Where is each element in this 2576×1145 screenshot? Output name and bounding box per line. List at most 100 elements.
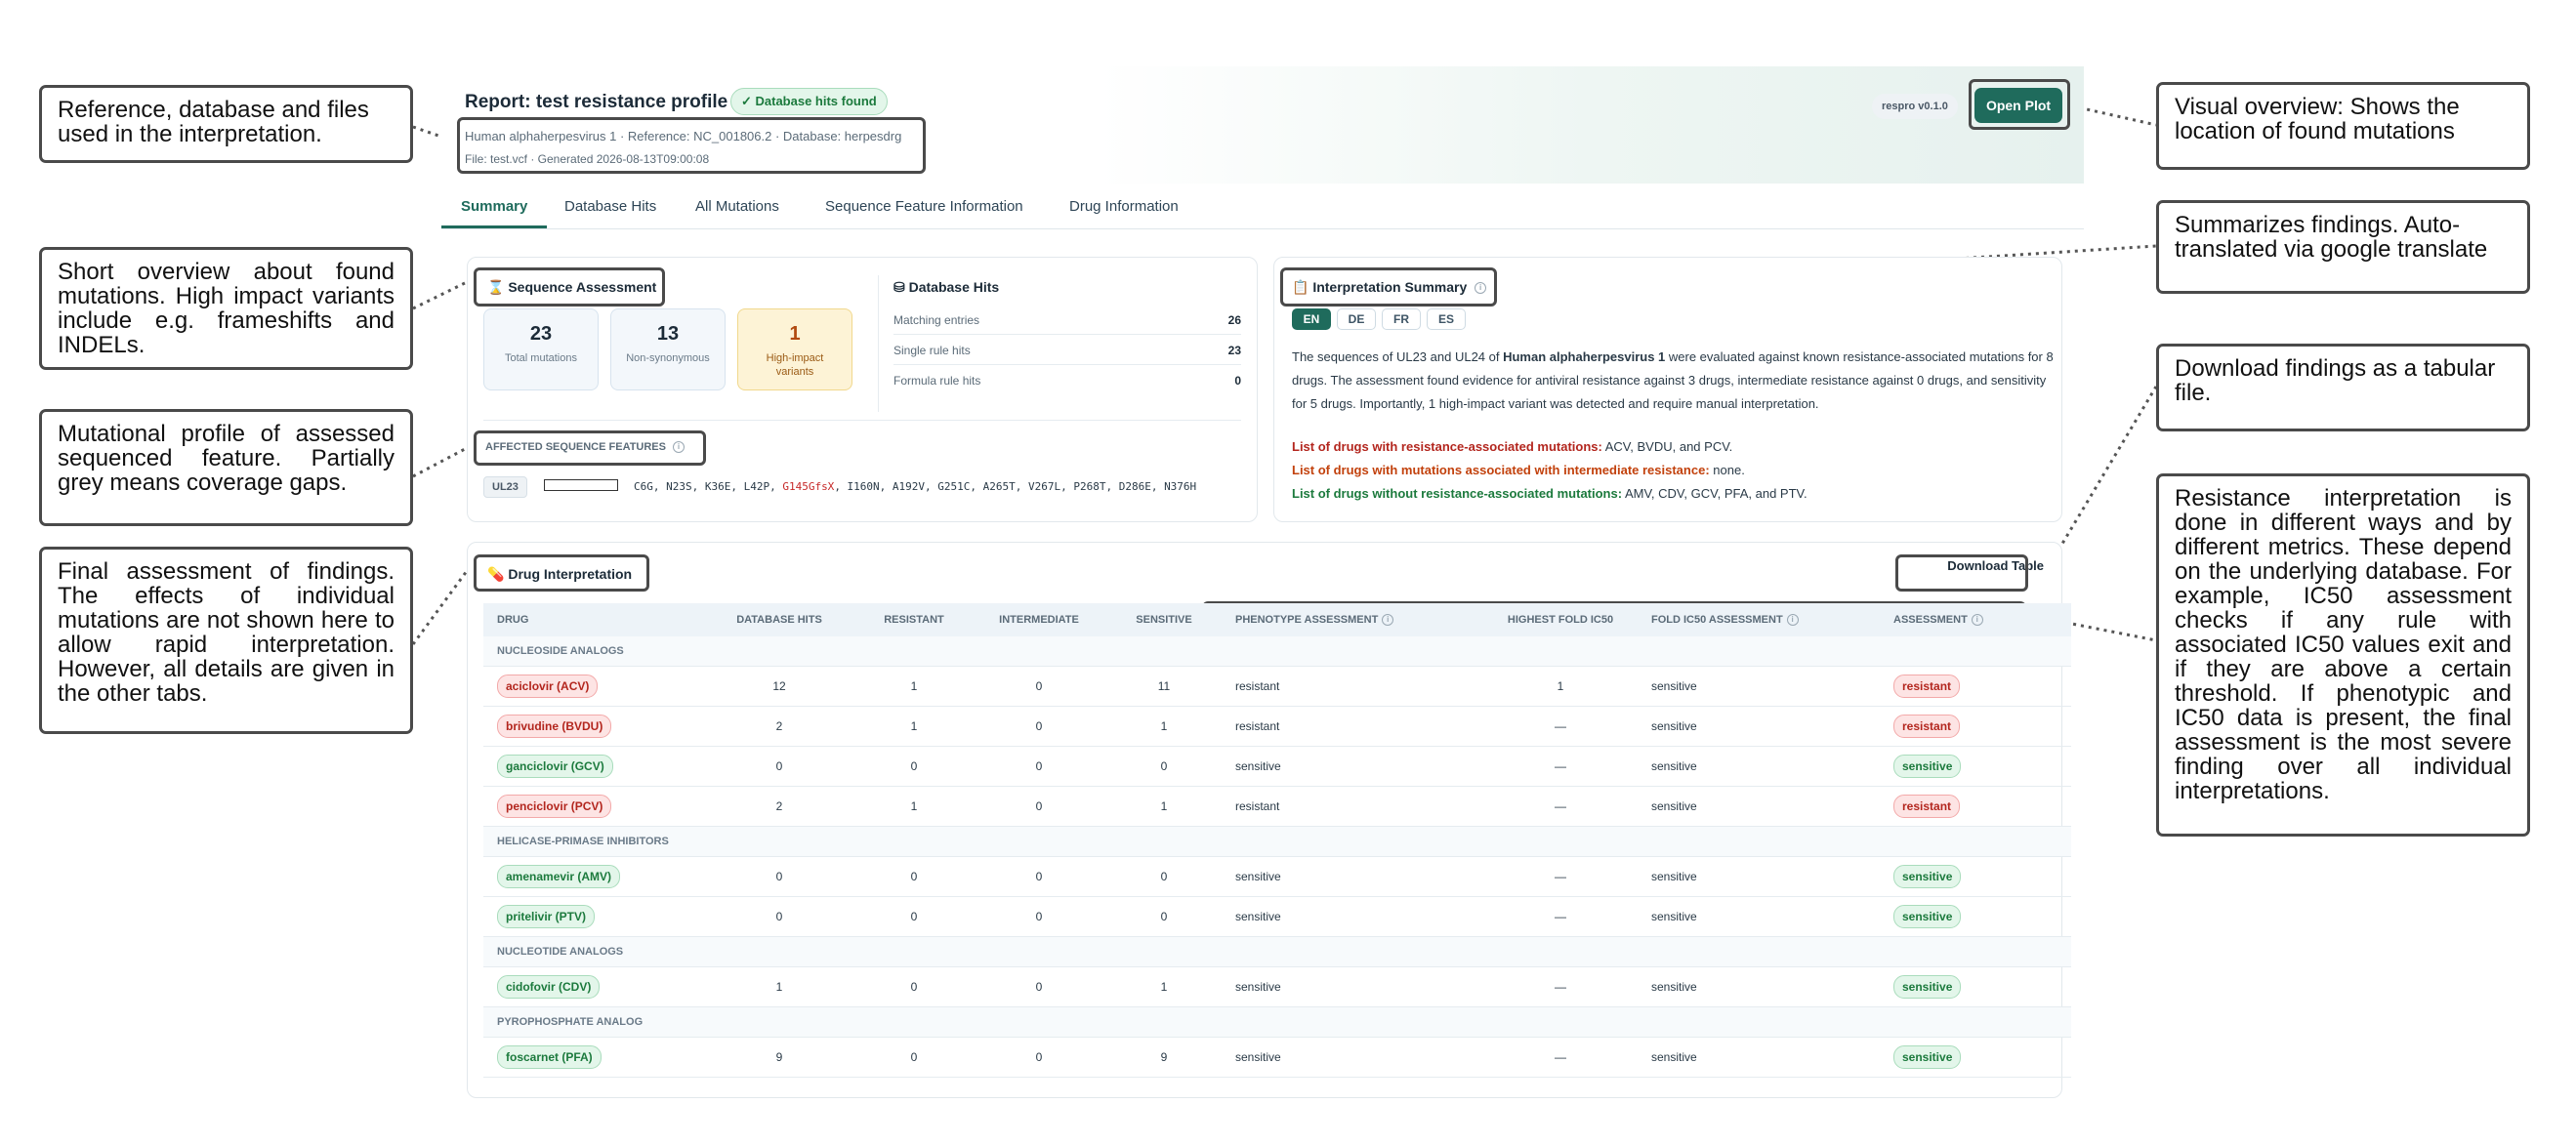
drug-interpretation-card: 💊 Drug Interpretation Download Table DRU… xyxy=(467,542,2071,1098)
sensitive-count-cell: 1 xyxy=(1106,786,1222,827)
sequence-assessment-card: ⌛ Sequence Assessment 23 Total mutations… xyxy=(467,257,1258,522)
tab-sequence-feature-information[interactable]: Sequence Feature Information xyxy=(825,185,1023,228)
tab-drug-information[interactable]: Drug Information xyxy=(1069,185,1179,228)
sensitive-count-cell: 0 xyxy=(1106,896,1222,937)
lang-fr-button[interactable]: FR xyxy=(1382,308,1421,330)
drug-badge[interactable]: brivudine (BVDU) xyxy=(497,715,612,738)
drug-badge[interactable]: aciclovir (ACV) xyxy=(497,675,599,698)
intermediate-count-cell: 0 xyxy=(972,966,1106,1007)
stat-high-impact: 1 High-impact variants xyxy=(737,308,852,390)
table-row[interactable]: penciclovir (PCV) 2 1 0 1 resistant — sensitive… xyxy=(483,786,2071,827)
info-icon[interactable]: i xyxy=(1971,614,1983,627)
col-assessment[interactable]: ASSESSMENT i xyxy=(1880,603,2071,636)
resistant-count-cell: 0 xyxy=(856,746,972,787)
drug-badge[interactable]: cidofovir (CDV) xyxy=(497,975,601,999)
assessment-badge: sensitive xyxy=(1893,865,1962,888)
sensitive-count-cell: 11 xyxy=(1106,666,1222,707)
col-highest-fold-ic50[interactable]: HIGHEST FOLD IC50 xyxy=(1483,603,1638,636)
drug-badge[interactable]: amenamevir (AMV) xyxy=(497,865,621,888)
download-highlight-box xyxy=(1895,554,2028,592)
database-hits-cell: 0 xyxy=(702,856,856,897)
drug-name-cell: foscarnet (PFA) xyxy=(483,1037,702,1078)
sensitive-count-cell: 1 xyxy=(1106,706,1222,747)
open-plot-highlight-box xyxy=(1969,79,2070,130)
highest-fold-ic50-cell: 1 xyxy=(1483,666,1638,707)
callout-visual: Visual overview: Shows the location of f… xyxy=(2156,82,2530,170)
phenotype-assessment-cell: sensitive xyxy=(1222,966,1483,1007)
tab-summary[interactable]: Summary xyxy=(441,185,548,228)
summary-paragraph: The sequences of UL23 and UL24 of Human … xyxy=(1292,349,2054,411)
database-hits-title: ⛁ Database Hits xyxy=(893,279,1000,295)
drug-group-row: HELICASE-PRIMASE INHIBITORS xyxy=(483,826,2071,857)
callout-profile: Mutational profile of assessed sequenced… xyxy=(39,409,413,526)
highest-fold-ic50-cell: — xyxy=(1483,896,1638,937)
intermediate-drugs-line: List of drugs with mutations associated … xyxy=(1292,463,1745,477)
tab-all-mutations[interactable]: All Mutations xyxy=(695,185,779,228)
database-hits-cell: 9 xyxy=(702,1037,856,1078)
table-row[interactable]: aciclovir (ACV) 12 1 0 11 resistant 1 sensitive… xyxy=(483,666,2071,707)
report-title: Report: test resistance profile xyxy=(465,92,728,112)
drug-badge[interactable]: ganciclovir (GCV) xyxy=(497,755,613,778)
fold-ic50-assessment-cell: sensitive xyxy=(1638,966,1880,1007)
stat-non-synonymous: 13 Non-synonymous xyxy=(610,308,726,390)
highest-fold-ic50-cell: — xyxy=(1483,746,1638,787)
lang-de-button[interactable]: DE xyxy=(1337,308,1376,330)
report-app: Report: test resistance profile ✓ Databa… xyxy=(441,66,2084,1109)
drug-badge[interactable]: pritelivir (PTV) xyxy=(497,905,596,928)
callout-overview: Short overview about found mutations. Hi… xyxy=(39,247,413,370)
intermediate-count-cell: 0 xyxy=(972,1037,1106,1078)
col-resistant[interactable]: RESISTANT xyxy=(856,603,972,636)
drug-name-cell: cidofovir (CDV) xyxy=(483,966,702,1007)
assessment-badge: sensitive xyxy=(1893,755,1962,778)
fold-ic50-assessment-cell: sensitive xyxy=(1638,856,1880,897)
col-fold-ic50-assessment[interactable]: FOLD IC50 ASSESSMENT i xyxy=(1638,603,1880,636)
stat-total-mutations: 23 Total mutations xyxy=(483,308,599,390)
table-row[interactable]: amenamevir (AMV) 0 0 0 0 sensitive — sensitive s… xyxy=(483,856,2071,897)
resistant-count-cell: 1 xyxy=(856,666,972,707)
assessment-badge: sensitive xyxy=(1893,975,1962,999)
info-icon[interactable]: i xyxy=(1382,614,1394,627)
table-row[interactable]: ganciclovir (GCV) 0 0 0 0 sensitive — sensitive… xyxy=(483,746,2071,787)
drug-interpretation-highlight-box xyxy=(474,554,649,592)
drug-badge[interactable]: penciclovir (PCV) xyxy=(497,795,612,818)
sensitive-count-cell: 9 xyxy=(1106,1037,1222,1078)
highest-fold-ic50-cell: — xyxy=(1483,966,1638,1007)
table-row[interactable]: cidofovir (CDV) 1 0 0 1 sensitive — sensitive se… xyxy=(483,966,2071,1007)
assessment-badge: sensitive xyxy=(1893,1045,1962,1069)
col-database-hits[interactable]: DATABASE HITS xyxy=(702,603,856,636)
phenotype-assessment-cell: sensitive xyxy=(1222,746,1483,787)
info-icon[interactable]: i xyxy=(1786,614,1799,627)
feature-tag[interactable]: UL23 xyxy=(483,476,527,498)
phenotype-assessment-cell: resistant xyxy=(1222,666,1483,707)
drug-badge[interactable]: foscarnet (PFA) xyxy=(497,1045,602,1069)
table-row[interactable]: foscarnet (PFA) 9 0 0 9 sensitive — sensitive se… xyxy=(483,1037,2071,1078)
drug-group-row: NUCLEOTIDE ANALOGS xyxy=(483,936,2071,967)
fold-ic50-assessment-cell: sensitive xyxy=(1638,896,1880,937)
col-sensitive[interactable]: SENSITIVE xyxy=(1106,603,1222,636)
callout-final: Final assessment of findings. The effect… xyxy=(39,547,413,734)
assessment-cell: resistant xyxy=(1880,786,2071,827)
lang-es-button[interactable]: ES xyxy=(1427,308,1466,330)
card-divider xyxy=(878,275,879,412)
resistant-count-cell: 1 xyxy=(856,706,972,747)
phenotype-assessment-cell: resistant xyxy=(1222,786,1483,827)
version-badge: respro v0.1.0 xyxy=(1872,94,1958,119)
highest-fold-ic50-cell: — xyxy=(1483,706,1638,747)
col-intermediate[interactable]: INTERMEDIATE xyxy=(972,603,1106,636)
database-hits-badge: ✓ Database hits found xyxy=(730,88,888,115)
interpretation-summary-card: 📋 Interpretation Summary i EN DE FR ES T… xyxy=(1273,257,2062,522)
database-hits-cell: 2 xyxy=(702,786,856,827)
assessment-badge: sensitive xyxy=(1893,905,1962,928)
assessment-cell: resistant xyxy=(1880,666,2071,707)
fold-ic50-assessment-cell: sensitive xyxy=(1638,786,1880,827)
feature-coverage-bar xyxy=(544,479,618,491)
fold-ic50-assessment-cell: sensitive xyxy=(1638,706,1880,747)
col-phenotype-assessment[interactable]: PHENOTYPE ASSESSMENT i xyxy=(1222,603,1483,636)
table-row[interactable]: pritelivir (PTV) 0 0 0 0 sensitive — sensitive s… xyxy=(483,896,2071,937)
drug-table-body: NUCLEOSIDE ANALOGS aciclovir (ACV) 12 1 0 11 r… xyxy=(483,636,2071,1078)
tab-database-hits[interactable]: Database Hits xyxy=(564,185,656,228)
db-row: Single rule hits 23 xyxy=(893,337,1241,365)
lang-en-button[interactable]: EN xyxy=(1292,308,1331,330)
table-row[interactable]: brivudine (BVDU) 2 1 0 1 resistant — sensitive r… xyxy=(483,706,2071,747)
col-drug[interactable]: DRUG xyxy=(483,603,702,636)
